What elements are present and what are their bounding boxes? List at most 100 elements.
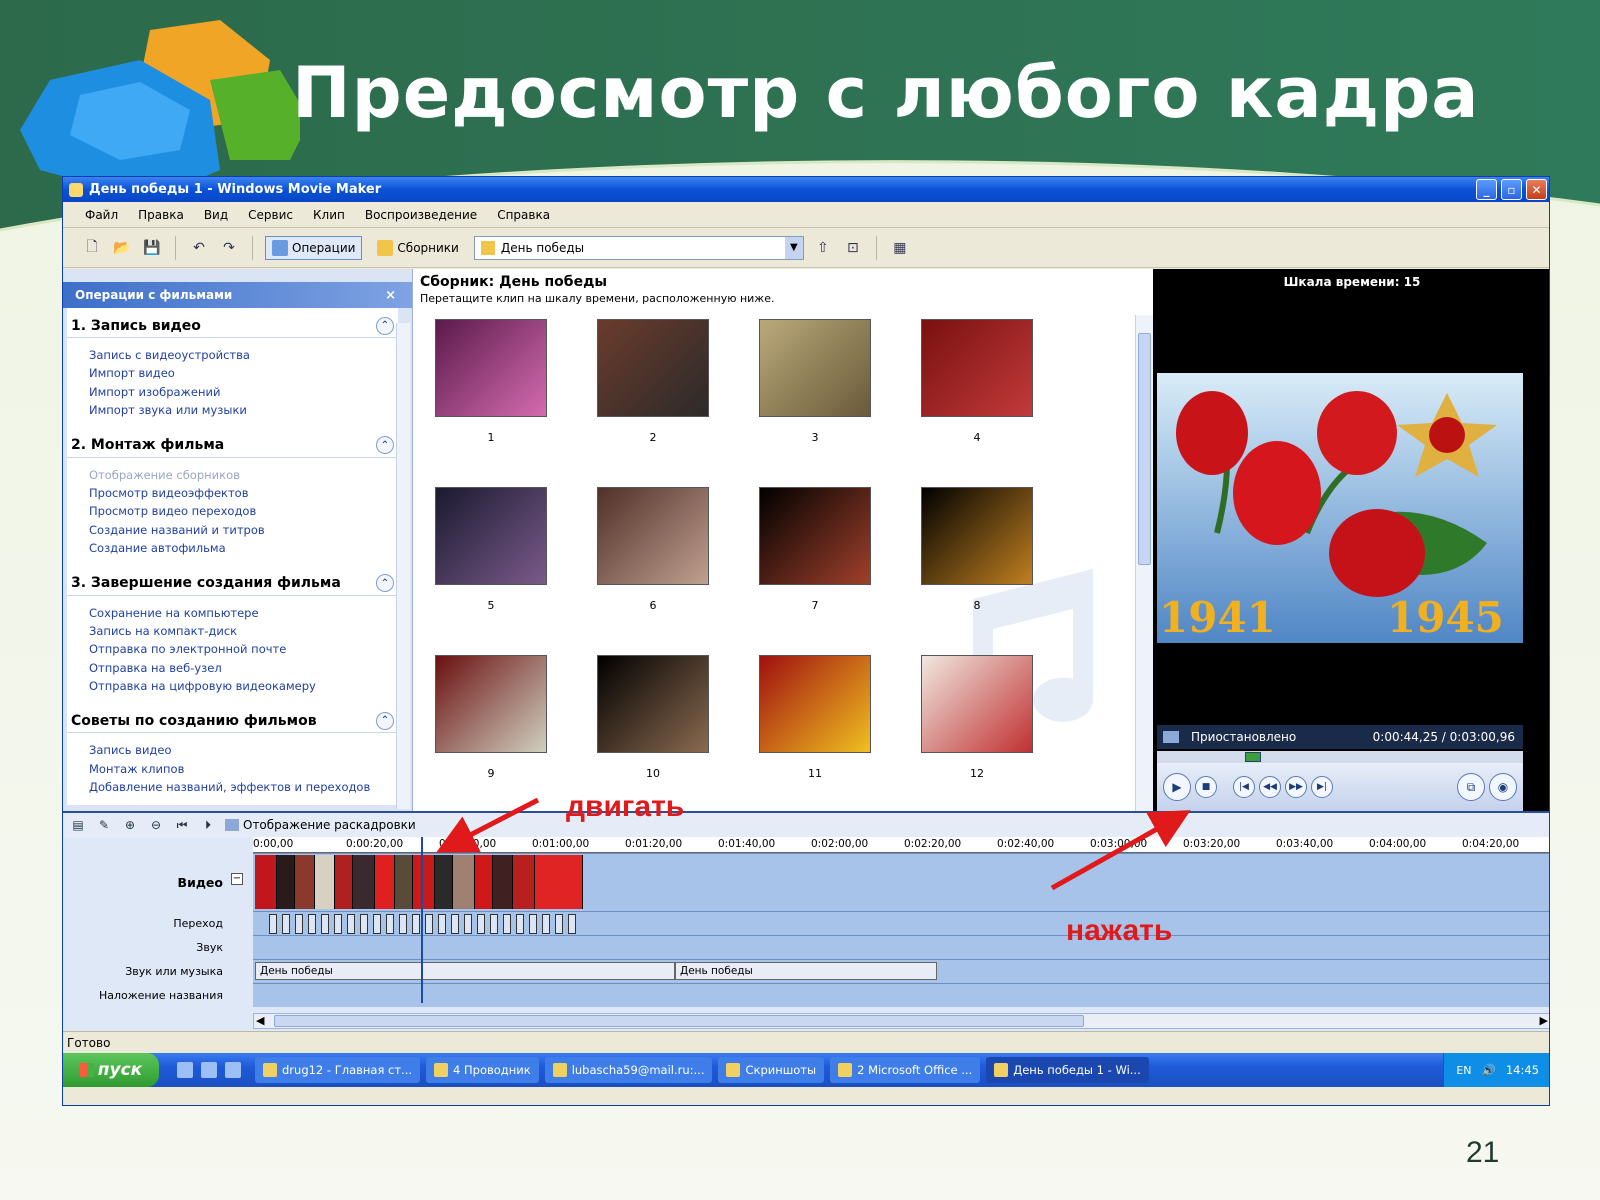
transition-marker[interactable] — [360, 914, 368, 934]
language-indicator[interactable]: EN — [1456, 1064, 1471, 1077]
video-clip[interactable] — [493, 855, 513, 909]
task-link[interactable]: Импорт изображений — [89, 383, 398, 401]
playhead[interactable] — [421, 837, 423, 1003]
video-clip[interactable] — [475, 855, 493, 909]
transition-marker[interactable] — [529, 914, 537, 934]
clip-thumbnail[interactable] — [921, 655, 1033, 753]
transition-marker[interactable] — [321, 914, 329, 934]
video-clip[interactable] — [453, 855, 475, 909]
undo-icon[interactable]: ↶ — [188, 237, 210, 259]
collection-select[interactable]: День победы ▼ — [473, 235, 804, 260]
menu-view[interactable]: Вид — [204, 208, 228, 222]
play-timeline-icon[interactable]: ⏵ — [199, 816, 217, 834]
video-clip[interactable] — [395, 855, 413, 909]
title-overlay-track[interactable] — [253, 983, 1549, 1007]
task-link[interactable]: Создание автофильма — [89, 539, 398, 557]
forward-icon[interactable]: ▶▶ — [1285, 776, 1307, 798]
task-link[interactable]: Запись на компакт-диск — [89, 622, 398, 640]
next-frame-icon[interactable]: ▶| — [1311, 776, 1333, 798]
transition-marker[interactable] — [399, 914, 407, 934]
close-pane-icon[interactable]: × — [385, 288, 396, 303]
task-link[interactable]: Запись с видеоустройства — [89, 346, 398, 364]
show-desktop-icon[interactable] — [177, 1062, 193, 1078]
up-level-icon[interactable]: ⇧ — [812, 237, 834, 259]
collapse-icon[interactable]: ⌃ — [376, 574, 394, 593]
menu-playback[interactable]: Воспроизведение — [365, 208, 477, 222]
timeline-scrollbar[interactable]: ◀ ▶ — [253, 1013, 1549, 1029]
task-link[interactable]: Добавление названий, эффектов и переходо… — [89, 778, 398, 796]
close-button[interactable]: ✕ — [1526, 179, 1547, 200]
narrate-icon[interactable]: ▤ — [69, 816, 87, 834]
taskbar-item[interactable]: Скриншоты — [718, 1057, 825, 1083]
clip-thumbnail[interactable] — [759, 487, 871, 585]
menu-help[interactable]: Справка — [497, 208, 550, 222]
task-link[interactable]: Запись видео — [89, 741, 398, 759]
prev-frame-icon[interactable]: |◀ — [1233, 776, 1255, 798]
operations-button[interactable]: Операции — [265, 235, 363, 260]
play-icon[interactable]: ▶ — [1163, 773, 1191, 801]
minimize-button[interactable]: _ — [1476, 179, 1497, 200]
video-clip[interactable] — [413, 855, 435, 909]
redo-icon[interactable]: ↷ — [218, 237, 240, 259]
seek-bar[interactable] — [1157, 751, 1523, 763]
scroll-left-icon[interactable]: ◀ — [256, 1014, 264, 1027]
new-project-icon[interactable]: 🗋 — [81, 237, 103, 259]
task-link[interactable]: Отправка по электронной почте — [89, 640, 398, 658]
stop-icon[interactable]: ■ — [1195, 776, 1217, 798]
maximize-button[interactable]: ▫ — [1501, 179, 1522, 200]
rewind-timeline-icon[interactable]: ⏮ — [173, 816, 191, 834]
task-link[interactable]: Импорт звука или музыки — [89, 401, 398, 419]
clip-thumbnail[interactable] — [597, 655, 709, 753]
task-link[interactable]: Отправка на цифровую видеокамеру — [89, 677, 398, 695]
scroll-thumb[interactable] — [1138, 333, 1151, 565]
clip-thumbnail[interactable] — [435, 487, 547, 585]
video-clip[interactable] — [535, 855, 583, 909]
volume-icon[interactable]: 🔊 — [1482, 1063, 1496, 1077]
task-link[interactable]: Импорт видео — [89, 364, 398, 382]
movie-maker-icon[interactable] — [225, 1062, 241, 1078]
task-link[interactable]: Просмотр видео переходов — [89, 502, 398, 520]
menu-clip[interactable]: Клип — [313, 208, 345, 222]
music-track[interactable]: День победы День победы — [253, 959, 1549, 983]
video-clip[interactable] — [277, 855, 295, 909]
menu-file[interactable]: Файл — [85, 208, 118, 222]
audio-levels-icon[interactable]: ✎ — [95, 816, 113, 834]
time-ruler[interactable]: 0:00,00 0:00:20,00 0:00:40,00 0:01:00,00 0:0… — [253, 837, 1549, 853]
start-button[interactable]: пуск — [63, 1053, 159, 1087]
transition-marker[interactable] — [334, 914, 342, 934]
transition-marker[interactable] — [282, 914, 290, 934]
music-clip[interactable]: День победы — [675, 962, 937, 980]
seek-handle[interactable] — [1245, 752, 1261, 762]
clip-thumbnail[interactable] — [759, 655, 871, 753]
view-mode-icon[interactable]: ▦ — [889, 237, 911, 259]
snapshot-icon[interactable]: ◉ — [1489, 773, 1517, 801]
collapse-icon[interactable]: ⌃ — [376, 711, 394, 730]
collapse-icon[interactable]: ⌃ — [376, 316, 394, 335]
video-clip[interactable] — [513, 855, 535, 909]
music-clip[interactable]: День победы — [255, 962, 675, 980]
clip-thumbnail[interactable] — [759, 319, 871, 417]
taskbar-item[interactable]: lubascha59@mail.ru:... — [544, 1057, 713, 1083]
video-track[interactable] — [253, 853, 1549, 911]
task-link[interactable]: Сохранение на компьютере — [89, 604, 398, 622]
transition-marker[interactable] — [490, 914, 498, 934]
transition-marker[interactable] — [464, 914, 472, 934]
task-link[interactable]: Просмотр видеоэффектов — [89, 484, 398, 502]
transition-marker[interactable] — [516, 914, 524, 934]
tasks-scrollbar[interactable] — [396, 323, 410, 809]
clip-thumbnail[interactable] — [597, 319, 709, 417]
chevron-down-icon[interactable]: ▼ — [784, 236, 803, 259]
timeline-scroll-thumb[interactable] — [274, 1015, 1084, 1027]
taskbar-item[interactable]: 4 Проводник — [426, 1057, 539, 1083]
split-clip-icon[interactable]: ⧉ — [1457, 773, 1485, 801]
transition-marker[interactable] — [503, 914, 511, 934]
transition-marker[interactable] — [412, 914, 420, 934]
clip-thumbnail[interactable] — [597, 487, 709, 585]
collections-button[interactable]: Сборники — [370, 236, 465, 260]
transition-marker[interactable] — [568, 914, 576, 934]
save-project-icon[interactable]: 💾 — [141, 237, 163, 259]
transition-marker[interactable] — [295, 914, 303, 934]
transition-marker[interactable] — [308, 914, 316, 934]
clip-thumbnail[interactable] — [435, 319, 547, 417]
video-clip[interactable] — [353, 855, 375, 909]
